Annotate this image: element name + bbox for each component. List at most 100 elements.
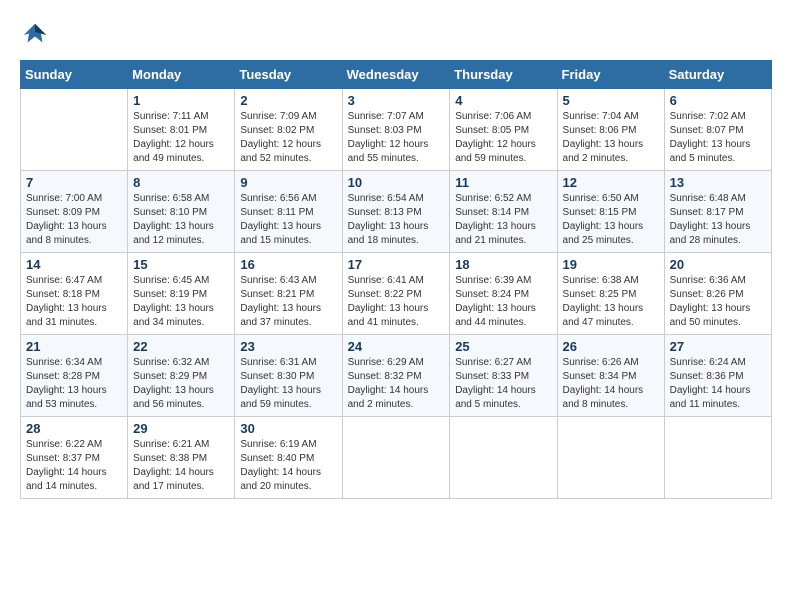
calendar-cell: 20 Sunrise: 6:36 AMSunset: 8:26 PMDaylig… (664, 253, 771, 335)
calendar-week-row: 28 Sunrise: 6:22 AMSunset: 8:37 PMDaylig… (21, 417, 772, 499)
calendar-cell: 9 Sunrise: 6:56 AMSunset: 8:11 PMDayligh… (235, 171, 342, 253)
calendar-cell: 23 Sunrise: 6:31 AMSunset: 8:30 PMDaylig… (235, 335, 342, 417)
day-info: Sunrise: 7:07 AMSunset: 8:03 PMDaylight:… (348, 110, 445, 166)
day-number: 20 (670, 257, 766, 272)
day-number: 23 (240, 339, 336, 354)
calendar-cell: 22 Sunrise: 6:32 AMSunset: 8:29 PMDaylig… (128, 335, 235, 417)
day-info: Sunrise: 6:36 AMSunset: 8:26 PMDaylight:… (670, 274, 766, 330)
day-number: 1 (133, 93, 229, 108)
day-number: 28 (26, 421, 122, 436)
calendar-cell (557, 417, 664, 499)
calendar-cell: 15 Sunrise: 6:45 AMSunset: 8:19 PMDaylig… (128, 253, 235, 335)
day-number: 19 (563, 257, 659, 272)
calendar-cell: 30 Sunrise: 6:19 AMSunset: 8:40 PMDaylig… (235, 417, 342, 499)
calendar-cell: 8 Sunrise: 6:58 AMSunset: 8:10 PMDayligh… (128, 171, 235, 253)
day-number: 22 (133, 339, 229, 354)
day-info: Sunrise: 6:48 AMSunset: 8:17 PMDaylight:… (670, 192, 766, 248)
calendar-cell (664, 417, 771, 499)
weekday-header: Thursday (450, 61, 557, 89)
day-info: Sunrise: 6:26 AMSunset: 8:34 PMDaylight:… (563, 356, 659, 412)
calendar-week-row: 14 Sunrise: 6:47 AMSunset: 8:18 PMDaylig… (21, 253, 772, 335)
calendar-week-row: 7 Sunrise: 7:00 AMSunset: 8:09 PMDayligh… (21, 171, 772, 253)
day-info: Sunrise: 6:54 AMSunset: 8:13 PMDaylight:… (348, 192, 445, 248)
day-number: 30 (240, 421, 336, 436)
logo (20, 20, 54, 50)
calendar-cell: 3 Sunrise: 7:07 AMSunset: 8:03 PMDayligh… (342, 89, 450, 171)
day-info: Sunrise: 7:06 AMSunset: 8:05 PMDaylight:… (455, 110, 551, 166)
calendar-cell: 6 Sunrise: 7:02 AMSunset: 8:07 PMDayligh… (664, 89, 771, 171)
day-info: Sunrise: 6:19 AMSunset: 8:40 PMDaylight:… (240, 438, 336, 494)
day-info: Sunrise: 6:27 AMSunset: 8:33 PMDaylight:… (455, 356, 551, 412)
calendar-cell: 21 Sunrise: 6:34 AMSunset: 8:28 PMDaylig… (21, 335, 128, 417)
calendar-cell: 12 Sunrise: 6:50 AMSunset: 8:15 PMDaylig… (557, 171, 664, 253)
day-info: Sunrise: 6:22 AMSunset: 8:37 PMDaylight:… (26, 438, 122, 494)
day-number: 10 (348, 175, 445, 190)
day-info: Sunrise: 6:43 AMSunset: 8:21 PMDaylight:… (240, 274, 336, 330)
weekday-header: Saturday (664, 61, 771, 89)
logo-icon (20, 20, 50, 50)
calendar-cell: 25 Sunrise: 6:27 AMSunset: 8:33 PMDaylig… (450, 335, 557, 417)
calendar-cell: 10 Sunrise: 6:54 AMSunset: 8:13 PMDaylig… (342, 171, 450, 253)
day-number: 21 (26, 339, 122, 354)
header (20, 20, 772, 50)
day-info: Sunrise: 7:04 AMSunset: 8:06 PMDaylight:… (563, 110, 659, 166)
day-info: Sunrise: 6:56 AMSunset: 8:11 PMDaylight:… (240, 192, 336, 248)
day-number: 2 (240, 93, 336, 108)
calendar-cell: 11 Sunrise: 6:52 AMSunset: 8:14 PMDaylig… (450, 171, 557, 253)
day-number: 16 (240, 257, 336, 272)
day-info: Sunrise: 6:31 AMSunset: 8:30 PMDaylight:… (240, 356, 336, 412)
calendar-cell: 16 Sunrise: 6:43 AMSunset: 8:21 PMDaylig… (235, 253, 342, 335)
day-info: Sunrise: 6:50 AMSunset: 8:15 PMDaylight:… (563, 192, 659, 248)
weekday-header: Friday (557, 61, 664, 89)
day-info: Sunrise: 7:11 AMSunset: 8:01 PMDaylight:… (133, 110, 229, 166)
day-info: Sunrise: 6:38 AMSunset: 8:25 PMDaylight:… (563, 274, 659, 330)
day-number: 25 (455, 339, 551, 354)
calendar-cell: 1 Sunrise: 7:11 AMSunset: 8:01 PMDayligh… (128, 89, 235, 171)
day-number: 11 (455, 175, 551, 190)
day-info: Sunrise: 7:02 AMSunset: 8:07 PMDaylight:… (670, 110, 766, 166)
day-number: 24 (348, 339, 445, 354)
calendar: SundayMondayTuesdayWednesdayThursdayFrid… (20, 60, 772, 499)
calendar-cell: 5 Sunrise: 7:04 AMSunset: 8:06 PMDayligh… (557, 89, 664, 171)
day-info: Sunrise: 6:41 AMSunset: 8:22 PMDaylight:… (348, 274, 445, 330)
day-number: 7 (26, 175, 122, 190)
calendar-cell (450, 417, 557, 499)
day-number: 17 (348, 257, 445, 272)
calendar-cell: 2 Sunrise: 7:09 AMSunset: 8:02 PMDayligh… (235, 89, 342, 171)
calendar-cell: 13 Sunrise: 6:48 AMSunset: 8:17 PMDaylig… (664, 171, 771, 253)
calendar-cell: 17 Sunrise: 6:41 AMSunset: 8:22 PMDaylig… (342, 253, 450, 335)
weekday-header: Sunday (21, 61, 128, 89)
day-number: 5 (563, 93, 659, 108)
calendar-cell: 27 Sunrise: 6:24 AMSunset: 8:36 PMDaylig… (664, 335, 771, 417)
weekday-header: Monday (128, 61, 235, 89)
day-info: Sunrise: 6:24 AMSunset: 8:36 PMDaylight:… (670, 356, 766, 412)
calendar-cell: 24 Sunrise: 6:29 AMSunset: 8:32 PMDaylig… (342, 335, 450, 417)
calendar-cell: 26 Sunrise: 6:26 AMSunset: 8:34 PMDaylig… (557, 335, 664, 417)
day-info: Sunrise: 6:39 AMSunset: 8:24 PMDaylight:… (455, 274, 551, 330)
day-number: 13 (670, 175, 766, 190)
day-info: Sunrise: 6:58 AMSunset: 8:10 PMDaylight:… (133, 192, 229, 248)
day-number: 18 (455, 257, 551, 272)
calendar-cell: 29 Sunrise: 6:21 AMSunset: 8:38 PMDaylig… (128, 417, 235, 499)
day-info: Sunrise: 6:47 AMSunset: 8:18 PMDaylight:… (26, 274, 122, 330)
day-number: 26 (563, 339, 659, 354)
calendar-cell (21, 89, 128, 171)
calendar-cell (342, 417, 450, 499)
day-number: 8 (133, 175, 229, 190)
day-info: Sunrise: 6:52 AMSunset: 8:14 PMDaylight:… (455, 192, 551, 248)
day-info: Sunrise: 6:34 AMSunset: 8:28 PMDaylight:… (26, 356, 122, 412)
day-info: Sunrise: 7:00 AMSunset: 8:09 PMDaylight:… (26, 192, 122, 248)
day-info: Sunrise: 7:09 AMSunset: 8:02 PMDaylight:… (240, 110, 336, 166)
day-info: Sunrise: 6:32 AMSunset: 8:29 PMDaylight:… (133, 356, 229, 412)
calendar-week-row: 21 Sunrise: 6:34 AMSunset: 8:28 PMDaylig… (21, 335, 772, 417)
day-number: 6 (670, 93, 766, 108)
day-number: 14 (26, 257, 122, 272)
weekday-header: Wednesday (342, 61, 450, 89)
calendar-cell: 19 Sunrise: 6:38 AMSunset: 8:25 PMDaylig… (557, 253, 664, 335)
day-number: 12 (563, 175, 659, 190)
calendar-week-row: 1 Sunrise: 7:11 AMSunset: 8:01 PMDayligh… (21, 89, 772, 171)
day-number: 15 (133, 257, 229, 272)
calendar-cell: 4 Sunrise: 7:06 AMSunset: 8:05 PMDayligh… (450, 89, 557, 171)
day-number: 9 (240, 175, 336, 190)
day-number: 27 (670, 339, 766, 354)
